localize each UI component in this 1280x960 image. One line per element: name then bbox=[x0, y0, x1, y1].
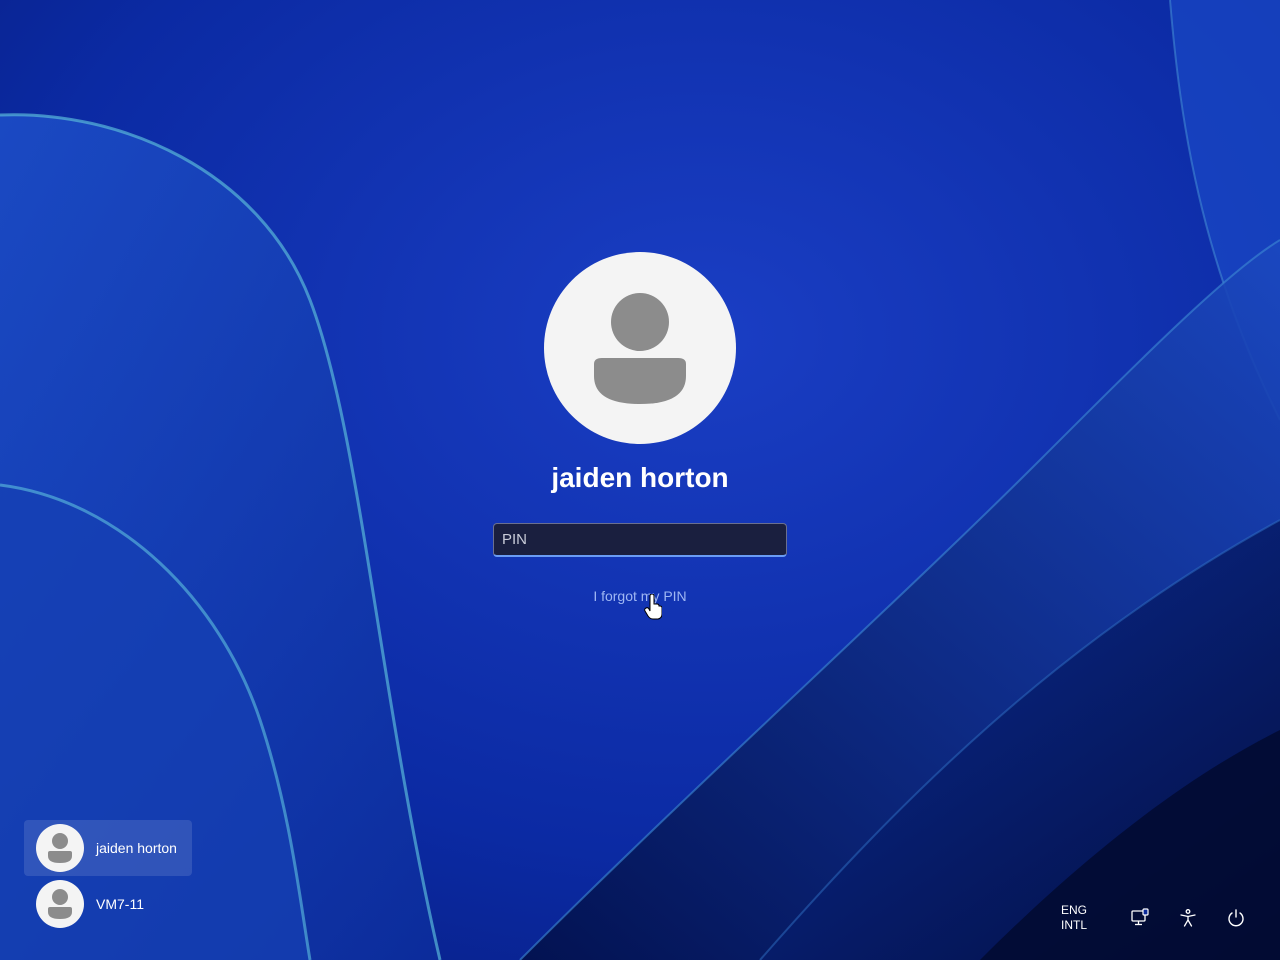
keyboard-layout: INTL bbox=[1060, 918, 1087, 932]
user-avatar-icon bbox=[36, 880, 84, 928]
user-item-label: jaiden horton bbox=[96, 840, 177, 856]
network-button[interactable] bbox=[1120, 900, 1160, 936]
accessibility-button[interactable] bbox=[1168, 900, 1208, 936]
network-icon bbox=[1131, 908, 1149, 926]
power-button[interactable] bbox=[1216, 900, 1256, 936]
accessibility-icon bbox=[1180, 909, 1196, 927]
user-switcher: jaiden horton VM7-11 bbox=[24, 820, 192, 932]
username-label: jaiden horton bbox=[551, 462, 729, 493]
user-item-jaiden-horton[interactable]: jaiden horton bbox=[24, 820, 192, 876]
system-tray: ENG INTL bbox=[1054, 900, 1256, 936]
user-avatar-icon bbox=[594, 293, 686, 404]
user-item-vm7-11[interactable]: VM7-11 bbox=[24, 876, 192, 932]
power-icon bbox=[1228, 909, 1244, 927]
user-item-label: VM7-11 bbox=[96, 896, 144, 912]
pin-input[interactable] bbox=[493, 523, 787, 557]
lock-screen: jaiden horton I forgot my PIN jaiden hor… bbox=[0, 0, 1280, 960]
user-avatar bbox=[544, 252, 736, 444]
hand-cursor-icon bbox=[644, 594, 662, 620]
user-avatar-icon bbox=[36, 824, 84, 872]
language-code: ENG bbox=[1060, 903, 1087, 917]
language-indicator[interactable]: ENG INTL bbox=[1054, 903, 1094, 933]
forgot-pin-link[interactable]: I forgot my PIN bbox=[540, 586, 740, 606]
